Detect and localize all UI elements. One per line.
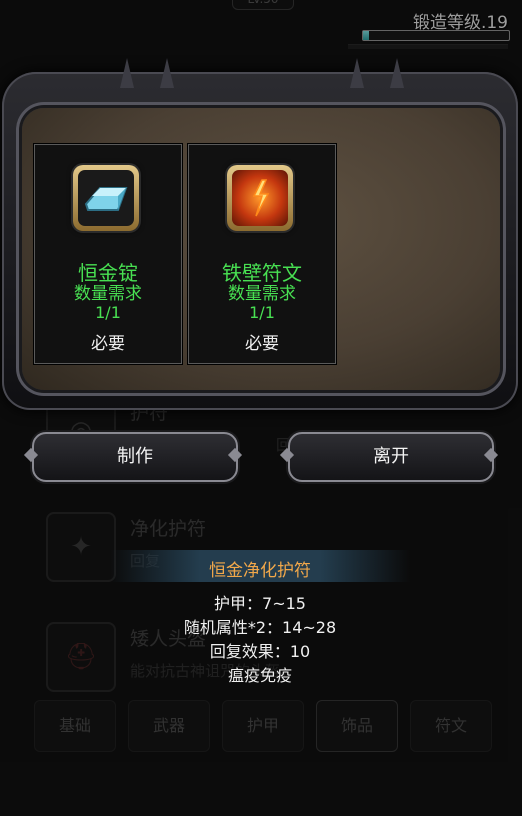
frame-spike <box>120 58 134 88</box>
material-card-ingot[interactable]: 恒金锭 数量需求 1/1 必要 <box>34 144 182 364</box>
item-tooltip: 恒金净化护符 护甲：7~15 随机属性*2：14~28 回复效果：10 瘟疫免疫 <box>110 550 410 690</box>
tooltip-stat: 护甲：7~15 <box>214 594 306 613</box>
frame-spike <box>390 58 404 88</box>
craft-button[interactable]: 制作 <box>32 432 238 482</box>
frame-spike <box>350 58 364 88</box>
material-required-tag: 必要 <box>245 334 279 354</box>
frame-spike <box>160 58 174 88</box>
tooltip-title: 恒金净化护符 <box>209 561 311 581</box>
material-requirement-label: 数量需求 <box>74 284 142 304</box>
tooltip-stat: 随机属性*2：14~28 <box>183 618 337 637</box>
tooltip-stat: 回复效果：10 <box>209 642 311 661</box>
ingot-icon <box>78 170 134 226</box>
rune-icon <box>232 170 288 226</box>
craft-button-label: 制作 <box>117 446 153 467</box>
material-count: 1/1 <box>95 303 121 322</box>
material-card-rune[interactable]: 铁壁符文 数量需求 1/1 必要 <box>188 144 336 364</box>
material-required-tag: 必要 <box>91 334 125 354</box>
leave-button-label: 离开 <box>373 446 409 467</box>
material-count: 1/1 <box>249 303 275 322</box>
material-icon-frame <box>73 165 139 231</box>
material-icon-frame <box>227 165 293 231</box>
tooltip-stat: 瘟疫免疫 <box>227 666 292 685</box>
material-requirement-label: 数量需求 <box>228 284 296 304</box>
leave-button[interactable]: 离开 <box>288 432 494 482</box>
